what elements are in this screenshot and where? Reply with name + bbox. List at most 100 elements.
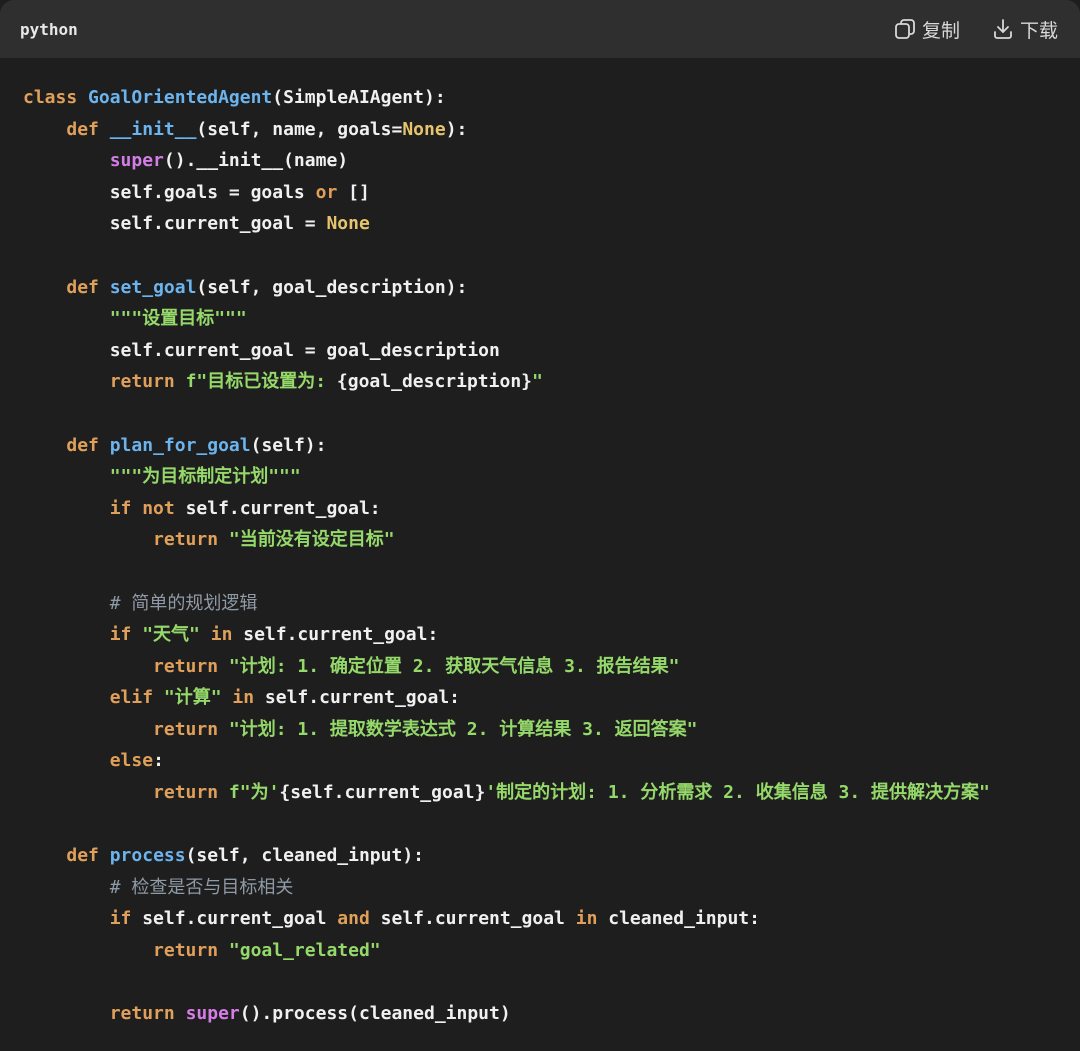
code-token: if	[109, 908, 143, 930]
code-token: return	[153, 940, 229, 962]
code-token: "天气"	[142, 624, 211, 646]
code-token: '制定的计划: 1. 分析需求 2. 收集信息 3. 提供解决方案"	[485, 782, 990, 804]
copy-icon	[894, 18, 916, 40]
code-line: self.current_goal = None	[23, 208, 1080, 240]
code-token: GoalOrientedAgent	[88, 87, 273, 108]
code-token: return	[153, 782, 229, 804]
code-token: {self.current_goal}	[279, 782, 486, 804]
code-token: def	[66, 845, 110, 867]
code-token: super	[185, 1003, 240, 1025]
code-token: self.current_goal	[142, 908, 338, 930]
code-line: self.current_goal = goal_description	[23, 335, 1080, 367]
code-line: class GoalOrientedAgent(SimpleAIAgent):	[23, 82, 1080, 114]
code-token: f"为'	[228, 782, 280, 804]
code-line: def set_goal(self, goal_description):	[23, 272, 1080, 304]
code-token: __init__	[109, 118, 197, 140]
download-button[interactable]: 下载	[992, 16, 1058, 43]
code-token: None	[326, 213, 370, 235]
code-line: # 检查是否与目标相关	[23, 872, 1080, 904]
download-label: 下载	[1019, 19, 1058, 42]
code-token: self.current_goal:	[264, 687, 460, 709]
code-token: :	[153, 750, 164, 772]
code-token: (self, name, goals=	[196, 118, 403, 140]
code-token: return	[153, 718, 229, 740]
code-token: return	[109, 371, 186, 393]
code-token: self.current_goal	[380, 908, 576, 930]
code-line: return f"目标已设置为: {goal_description}"	[23, 366, 1080, 398]
code-block: python 复制 下载 class GoalOrientedAgent(Sim…	[0, 0, 1080, 1051]
code-token: (self, goal_description):	[196, 276, 468, 298]
code-line: return f"为'{self.current_goal}'制定的计划: 1.…	[23, 777, 1080, 809]
code-token: ):	[445, 118, 468, 140]
code-token: cleaned_input:	[608, 908, 760, 930]
code-token: # 简单的规划逻辑	[109, 592, 258, 614]
code-block-header: python 复制 下载	[0, 0, 1080, 58]
code-token: "计算"	[163, 687, 233, 709]
code-token: elif	[109, 687, 164, 709]
code-token: """设置目标"""	[109, 308, 247, 330]
code-line: return "计划: 1. 提取数学表达式 2. 计算结果 3. 返回答案"	[23, 714, 1080, 746]
code-content: class GoalOrientedAgent(SimpleAIAgent): …	[0, 58, 1080, 1030]
code-line: return "当前没有设定目标"	[23, 524, 1080, 556]
language-label: python	[20, 19, 78, 39]
code-token: None	[402, 118, 446, 140]
code-line: def plan_for_goal(self):	[23, 430, 1080, 462]
code-token: set_goal	[109, 276, 197, 298]
code-line: return super().process(cleaned_input)	[23, 998, 1080, 1030]
code-token: return	[109, 1003, 186, 1025]
code-line: return "计划: 1. 确定位置 2. 获取天气信息 3. 报告结果"	[23, 651, 1080, 683]
code-token: process	[109, 845, 186, 867]
code-token: ().process(cleaned_input)	[239, 1003, 511, 1025]
code-token: f"目标已设置为:	[185, 371, 337, 393]
code-token: (SimpleAIAgent):	[272, 87, 446, 108]
code-token: in	[575, 908, 609, 930]
code-token: if not	[109, 497, 186, 519]
code-token: return	[153, 655, 229, 677]
code-token: "当前没有设定目标"	[228, 529, 395, 551]
code-line: elif "计算" in self.current_goal:	[23, 682, 1080, 714]
code-token: plan_for_goal	[109, 434, 251, 456]
code-token: "计划: 1. 确定位置 2. 获取天气信息 3. 报告结果"	[228, 655, 680, 677]
code-token: # 检查是否与目标相关	[109, 876, 294, 898]
code-token: def	[66, 434, 110, 456]
code-line: # 简单的规划逻辑	[23, 588, 1080, 620]
code-token: in	[232, 687, 265, 709]
copy-button[interactable]: 复制	[894, 16, 960, 43]
code-line: return "goal_related"	[23, 935, 1080, 967]
copy-label: 复制	[921, 19, 960, 42]
code-token: []	[337, 181, 370, 203]
code-line: def process(self, cleaned_input):	[23, 840, 1080, 872]
code-token: self.current_goal:	[185, 497, 381, 519]
code-line: self.goals = goals or []	[23, 177, 1080, 209]
code-token: self.current_goal = goal_description	[23, 339, 500, 361]
code-token: "	[532, 371, 543, 393]
code-line: """设置目标"""	[23, 303, 1080, 335]
code-actions: 复制 下载	[894, 16, 1058, 43]
code-token: if	[109, 624, 143, 646]
code-token: """为目标制定计划"""	[109, 466, 301, 488]
code-line: if not self.current_goal:	[23, 493, 1080, 525]
